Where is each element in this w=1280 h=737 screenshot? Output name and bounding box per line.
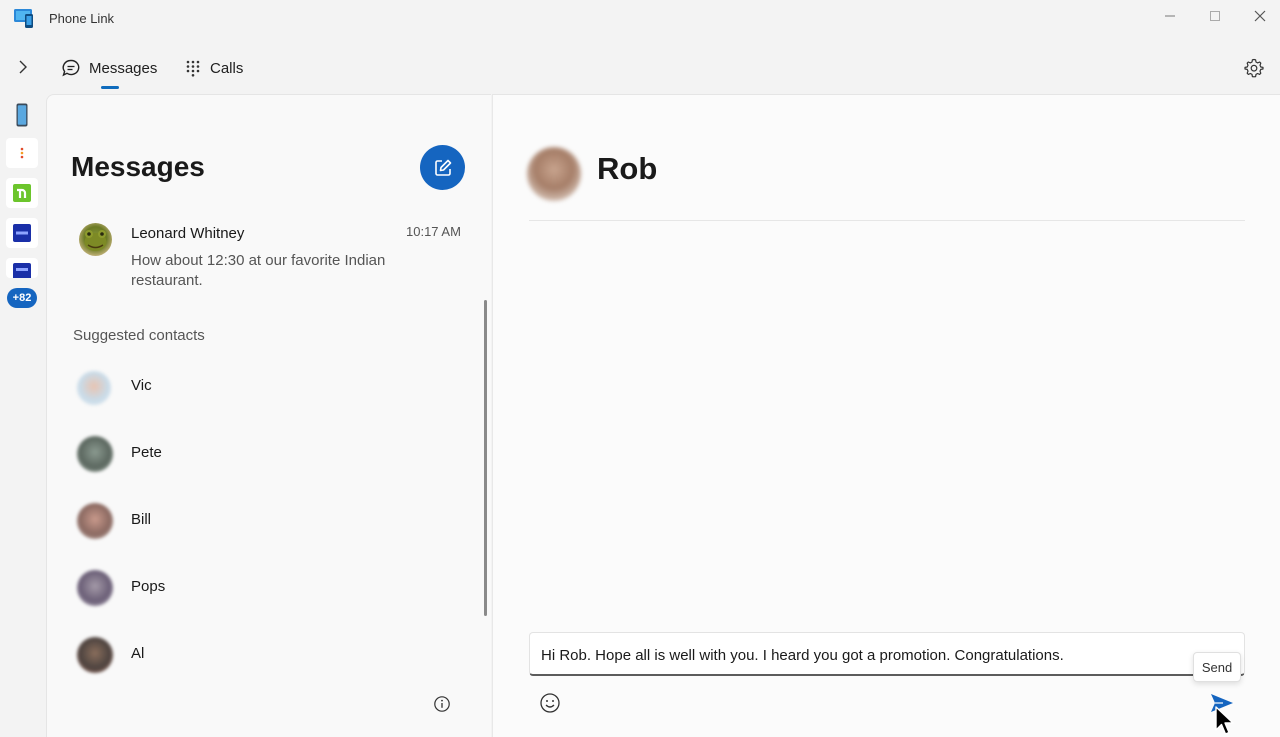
- avatar: [77, 436, 113, 472]
- info-button[interactable]: [433, 695, 451, 713]
- messages-heading: Messages: [71, 151, 205, 182]
- close-button[interactable]: [1240, 4, 1280, 28]
- tab-messages[interactable]: Messages: [61, 56, 157, 80]
- chat-icon: [62, 59, 80, 77]
- rail-phone[interactable]: [6, 100, 38, 130]
- blue-app-icon: [13, 263, 31, 278]
- messages-panel: Messages Leonard Whitney 10:17 AM How ab…: [46, 94, 491, 737]
- tab-selected-indicator: [101, 86, 119, 89]
- contact-name: Pete: [131, 444, 162, 461]
- avatar: [77, 570, 113, 606]
- conversation-panel: Rob Hi Rob. Hope all is well with you. I…: [492, 94, 1280, 737]
- conversation-item[interactable]: Leonard Whitney 10:17 AM How about 12:30…: [77, 221, 467, 293]
- contact-item[interactable]: Pops: [77, 566, 377, 610]
- rail-app-4[interactable]: [6, 258, 38, 278]
- tab-messages-label: Messages: [89, 59, 158, 77]
- phone-link-logo-icon: [14, 8, 36, 28]
- suggested-contacts-label: Suggested contacts: [73, 327, 205, 344]
- app-dots-icon: [20, 147, 24, 159]
- contact-item[interactable]: Pete: [77, 432, 377, 476]
- phone-icon: [16, 103, 28, 127]
- avatar: [77, 503, 113, 539]
- contact-name: Bill: [131, 511, 152, 528]
- avatar: [79, 223, 112, 256]
- conversation-time: 10:17 AM: [406, 224, 461, 239]
- rail-app-3[interactable]: [6, 218, 38, 248]
- emoji-icon: [540, 693, 560, 713]
- contact-item[interactable]: Vic: [77, 365, 377, 409]
- app-title: Phone Link: [49, 11, 115, 26]
- conversation-name: Leonard Whitney: [131, 225, 245, 242]
- scrollbar[interactable]: [484, 300, 487, 616]
- chevron-right-icon: [19, 60, 27, 74]
- contact-item[interactable]: Al: [77, 633, 377, 677]
- message-input-text: Hi Rob. Hope all is well with you. I hea…: [541, 647, 1064, 664]
- nav-bar: Messages Calls: [0, 44, 1280, 92]
- app-rail: +82: [0, 94, 44, 737]
- message-input[interactable]: Hi Rob. Hope all is well with you. I hea…: [529, 632, 1245, 676]
- minimize-button[interactable]: [1150, 4, 1190, 28]
- info-icon: [434, 696, 450, 712]
- blue-app-icon: [13, 224, 31, 242]
- tab-calls[interactable]: Calls: [184, 56, 243, 80]
- contact-avatar: [527, 147, 581, 201]
- contact-name-heading: Rob: [597, 151, 658, 186]
- avatar: [77, 371, 111, 405]
- maximize-button[interactable]: [1195, 4, 1235, 28]
- header-divider: [529, 220, 1245, 221]
- dialpad-icon: [186, 60, 200, 77]
- tab-calls-label: Calls: [210, 59, 244, 77]
- compose-icon: [434, 159, 451, 176]
- conversation-preview: How about 12:30 at our favorite Indian r…: [131, 252, 386, 289]
- gear-icon: [1244, 58, 1264, 78]
- more-apps-badge[interactable]: +82: [7, 288, 37, 308]
- title-bar: Phone Link: [0, 0, 1280, 36]
- contact-name: Pops: [131, 578, 166, 595]
- contact-name: Vic: [131, 377, 152, 394]
- send-tooltip: Send: [1193, 652, 1241, 682]
- settings-button[interactable]: [1242, 56, 1266, 80]
- new-message-button[interactable]: [420, 145, 465, 190]
- expand-button[interactable]: [12, 56, 34, 78]
- contact-item[interactable]: Bill: [77, 499, 377, 543]
- rail-app-1[interactable]: [6, 138, 38, 168]
- contact-name: Al: [131, 645, 145, 662]
- rail-app-2[interactable]: [6, 178, 38, 208]
- green-app-icon: [13, 184, 31, 202]
- mouse-cursor-icon: [1214, 706, 1236, 737]
- avatar: [77, 637, 113, 673]
- emoji-button[interactable]: [539, 692, 561, 714]
